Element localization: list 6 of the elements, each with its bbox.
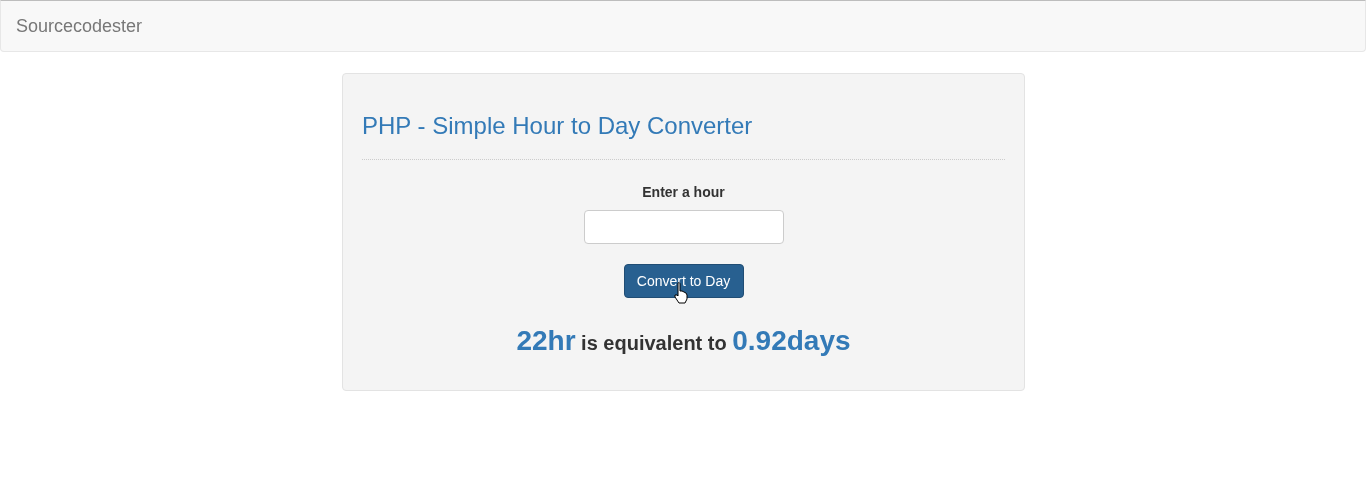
input-field[interactable]	[583, 210, 784, 244]
result-text: 22hr is equivalent to 0.92days	[516, 324, 851, 358]
brand-link[interactable]: Sourcecodester	[16, 12, 143, 40]
field-label: Enter a hour	[642, 183, 725, 202]
convert-button[interactable]: Convert to Day	[623, 264, 744, 298]
page-title: PHP - Simple Hour to Day Converter	[362, 112, 754, 140]
